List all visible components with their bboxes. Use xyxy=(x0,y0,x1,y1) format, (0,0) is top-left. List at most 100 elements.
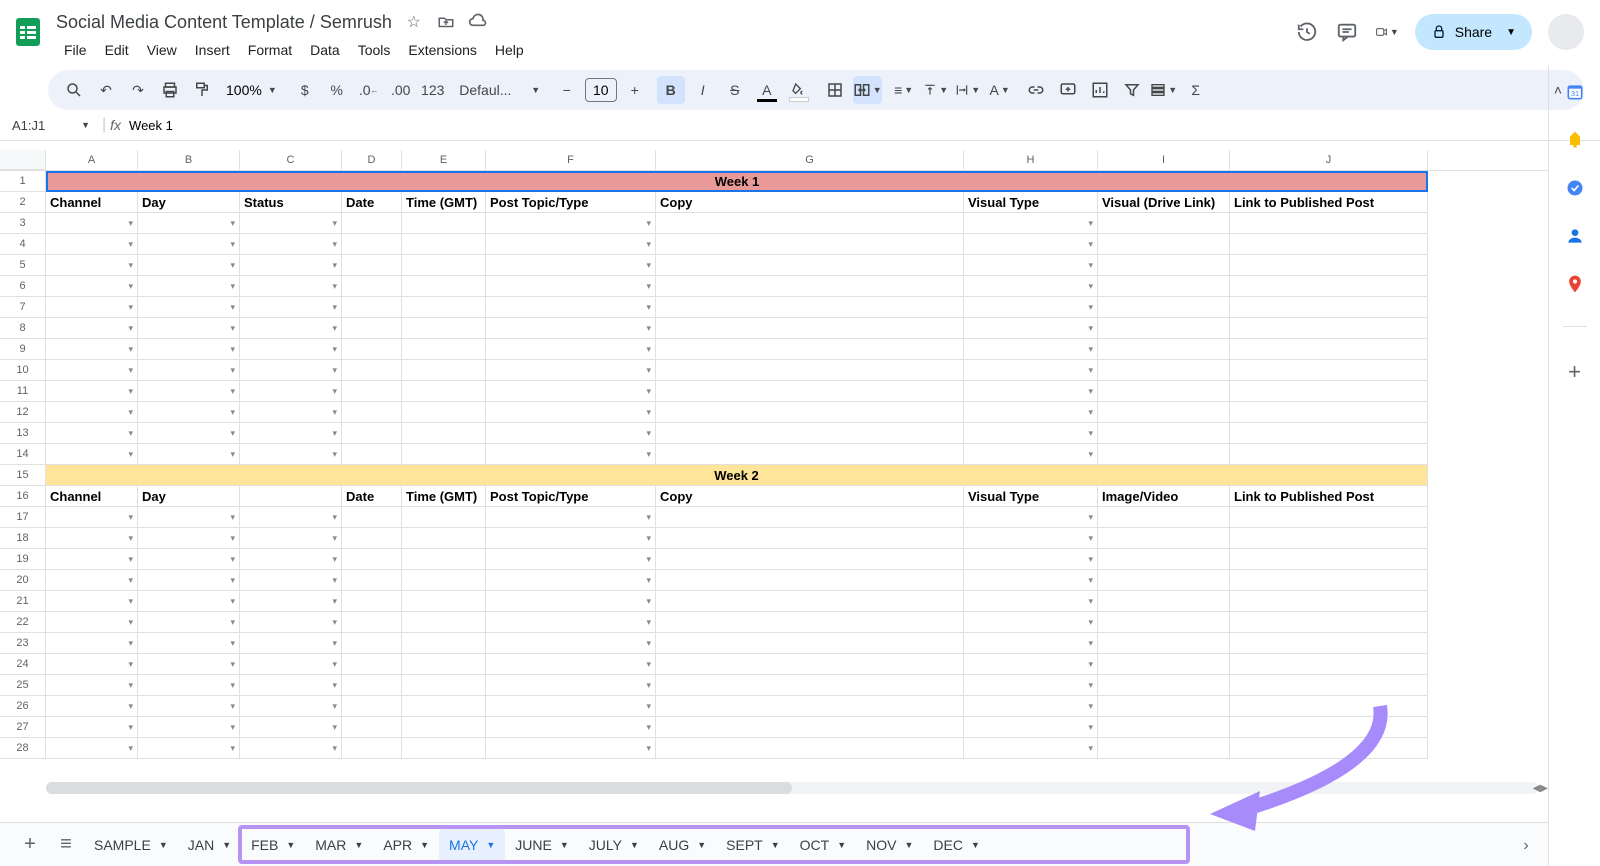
row-header[interactable]: 4 xyxy=(0,234,46,255)
calendar-icon[interactable]: 31 xyxy=(1565,82,1585,102)
cell[interactable] xyxy=(1098,591,1230,612)
all-sheets-button[interactable]: ≡ xyxy=(48,827,84,863)
cell[interactable] xyxy=(402,612,486,633)
cell[interactable] xyxy=(486,738,656,759)
cell[interactable] xyxy=(342,570,402,591)
cell[interactable] xyxy=(46,612,138,633)
vertical-align-button[interactable]: ▼ xyxy=(922,76,950,104)
column-header-cell[interactable]: Day xyxy=(138,192,240,213)
sheet-tab[interactable]: JUNE▼ xyxy=(505,829,578,861)
cell[interactable] xyxy=(342,213,402,234)
row-header[interactable]: 28 xyxy=(0,738,46,759)
print-icon[interactable] xyxy=(156,76,184,104)
keep-icon[interactable] xyxy=(1565,130,1585,150)
menu-tools[interactable]: Tools xyxy=(350,38,399,62)
cell[interactable] xyxy=(402,570,486,591)
cell[interactable] xyxy=(964,234,1098,255)
cell[interactable] xyxy=(1230,234,1428,255)
cell[interactable] xyxy=(656,255,964,276)
cell[interactable] xyxy=(46,339,138,360)
sheet-tab[interactable]: JULY▼ xyxy=(579,829,649,861)
cell[interactable] xyxy=(1230,360,1428,381)
italic-button[interactable]: I xyxy=(689,76,717,104)
cell[interactable] xyxy=(964,318,1098,339)
cell[interactable] xyxy=(138,528,240,549)
cell[interactable] xyxy=(1098,444,1230,465)
cell[interactable] xyxy=(656,423,964,444)
menu-help[interactable]: Help xyxy=(487,38,532,62)
cell[interactable] xyxy=(1230,507,1428,528)
chevron-down-icon[interactable]: ▼ xyxy=(771,840,780,850)
cell[interactable] xyxy=(240,717,342,738)
column-header-cell[interactable]: Time (GMT) xyxy=(402,486,486,507)
cell[interactable] xyxy=(342,255,402,276)
cell[interactable] xyxy=(402,297,486,318)
row-header[interactable]: 10 xyxy=(0,360,46,381)
tasks-icon[interactable] xyxy=(1565,178,1585,198)
cell[interactable] xyxy=(46,255,138,276)
cell[interactable] xyxy=(138,213,240,234)
cell[interactable] xyxy=(46,633,138,654)
menu-view[interactable]: View xyxy=(139,38,185,62)
cell[interactable] xyxy=(46,318,138,339)
cell[interactable] xyxy=(46,675,138,696)
cell[interactable] xyxy=(1098,360,1230,381)
cell[interactable] xyxy=(1230,339,1428,360)
document-title[interactable]: Social Media Content Template / Semrush xyxy=(56,12,392,33)
cell[interactable] xyxy=(1098,654,1230,675)
cell[interactable] xyxy=(656,234,964,255)
cell[interactable] xyxy=(656,570,964,591)
paint-format-icon[interactable] xyxy=(188,76,216,104)
cell[interactable] xyxy=(342,423,402,444)
cell[interactable] xyxy=(402,591,486,612)
column-header-cell[interactable]: Copy xyxy=(656,486,964,507)
cell[interactable] xyxy=(486,234,656,255)
cell[interactable] xyxy=(1230,549,1428,570)
cell[interactable] xyxy=(486,339,656,360)
cell[interactable] xyxy=(1098,675,1230,696)
week2-title-cell[interactable]: Week 2 xyxy=(46,465,1428,486)
cell[interactable] xyxy=(486,423,656,444)
cell[interactable] xyxy=(240,654,342,675)
cell[interactable] xyxy=(402,276,486,297)
cell[interactable] xyxy=(656,717,964,738)
sheet-tab[interactable]: OCT▼ xyxy=(790,829,856,861)
sheet-tab[interactable]: APR▼ xyxy=(373,829,439,861)
scroll-right-icon[interactable]: ▶ xyxy=(1540,783,1548,794)
cell[interactable] xyxy=(342,402,402,423)
tab-scroll-right-icon[interactable]: › xyxy=(1512,832,1540,860)
cell[interactable] xyxy=(1098,507,1230,528)
row-header[interactable]: 18 xyxy=(0,528,46,549)
chevron-down-icon[interactable]: ▼ xyxy=(420,840,429,850)
cell[interactable] xyxy=(402,549,486,570)
column-header-cell[interactable]: Post Topic/Type xyxy=(486,486,656,507)
filter-icon[interactable] xyxy=(1118,76,1146,104)
horizontal-scrollbar[interactable] xyxy=(46,782,1538,794)
cell[interactable] xyxy=(46,696,138,717)
cell[interactable] xyxy=(964,255,1098,276)
cell[interactable] xyxy=(1098,570,1230,591)
cell[interactable] xyxy=(656,675,964,696)
cell[interactable] xyxy=(964,654,1098,675)
cell[interactable] xyxy=(402,654,486,675)
row-header[interactable]: 9 xyxy=(0,339,46,360)
cell[interactable] xyxy=(1230,318,1428,339)
cell[interactable] xyxy=(402,633,486,654)
cell[interactable] xyxy=(1230,276,1428,297)
cell[interactable] xyxy=(138,549,240,570)
cell[interactable] xyxy=(1230,381,1428,402)
cell[interactable] xyxy=(486,402,656,423)
cell[interactable] xyxy=(656,213,964,234)
cell[interactable] xyxy=(46,402,138,423)
column-header-cell[interactable]: Link to Published Post xyxy=(1230,192,1428,213)
cell[interactable] xyxy=(138,318,240,339)
cell[interactable] xyxy=(342,318,402,339)
cell[interactable] xyxy=(46,297,138,318)
cell[interactable] xyxy=(964,213,1098,234)
cell[interactable] xyxy=(964,423,1098,444)
cell[interactable] xyxy=(1098,297,1230,318)
row-header[interactable]: 11 xyxy=(0,381,46,402)
cell[interactable] xyxy=(138,570,240,591)
cell[interactable] xyxy=(1098,234,1230,255)
cell[interactable] xyxy=(342,339,402,360)
